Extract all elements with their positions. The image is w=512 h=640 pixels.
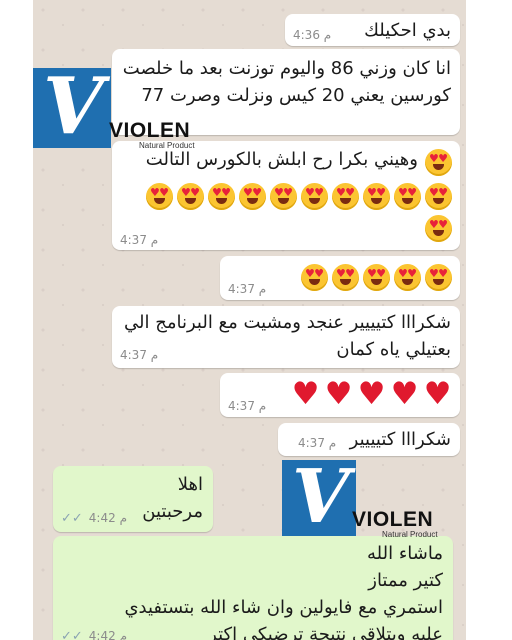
heart-eyes-emoji (425, 264, 452, 291)
heart-eyes-emoji (301, 183, 328, 210)
message-time: 4:37 م (298, 436, 337, 450)
brand-logo-box: V (282, 460, 356, 536)
brand-logo-watermark: V VIOLEN Natural Product (33, 68, 203, 150)
message-time: 4:37 م (228, 399, 267, 413)
heart-eyes-emoji (239, 183, 266, 210)
heart-eyes-emoji (177, 183, 204, 210)
brand-tagline: Natural Product (139, 141, 195, 150)
message-text: شكرااا كتيييير عنجد ومشيت مع البرنامج ال… (124, 312, 451, 360)
heart-eyes-emoji (332, 264, 359, 291)
red-heart-emoji-row: ♥ ♥ ♥ ♥ ♥ (291, 379, 452, 410)
heart-eyes-emoji (363, 264, 390, 291)
message-text: وهيني بكرا رح ابلش بالكورس التالت (145, 149, 418, 170)
message-time: 4:37 م (120, 233, 159, 247)
red-heart-emoji: ♥ (423, 376, 452, 412)
screenshot-frame: بدي احكيلك 4:36 م انا كان وزني 86 واليوم… (0, 0, 512, 640)
message-meta: ✓✓ 4:42 م (61, 511, 127, 526)
message-bubble-incoming[interactable]: وهيني بكرا رح ابلش بالكورس التالت 4:37 م (112, 141, 460, 250)
message-bubble-outgoing[interactable]: اهلا مرحبتين ✓✓ 4:42 م (53, 466, 213, 532)
heart-eyes-emoji (301, 264, 328, 291)
message-bubble-incoming[interactable]: 4:37 م (220, 256, 460, 300)
message-text: ماشاء الله كتير ممتاز استمري مع فايولين … (124, 543, 443, 640)
message-text: شكرااا كتيييير (349, 429, 451, 450)
message-time: 4:36 م (293, 28, 332, 42)
heart-eyes-emoji (332, 183, 359, 210)
message-text: بدي احكيلك (364, 20, 451, 41)
heart-eyes-emoji (425, 149, 452, 176)
message-meta: ✓✓ 4:42 م (61, 629, 127, 640)
message-text: اهلا مرحبتين (142, 474, 203, 522)
brand-logo-letter: V (292, 460, 350, 536)
heart-eyes-emoji (425, 183, 452, 210)
heart-eyes-emoji-row (425, 215, 452, 242)
message-bubble-outgoing[interactable]: ماشاء الله كتير ممتاز استمري مع فايولين … (53, 536, 453, 640)
red-heart-emoji: ♥ (291, 376, 320, 412)
message-time: 4:42 م (88, 629, 127, 640)
brand-name: VIOLEN (352, 508, 434, 531)
brand-logo-box: V (33, 68, 111, 148)
message-time: 4:42 م (88, 511, 127, 525)
brand-logo-letter: V (43, 68, 104, 148)
double-check-icon: ✓✓ (61, 629, 88, 640)
brand-logo-watermark: V VIOLEN Natural Product (282, 460, 454, 540)
heart-eyes-emoji (394, 183, 421, 210)
heart-eyes-emoji (146, 183, 173, 210)
red-heart-emoji: ♥ (357, 376, 386, 412)
heart-eyes-emoji (394, 264, 421, 291)
brand-name: VIOLEN (109, 119, 191, 142)
message-bubble-incoming[interactable]: شكرااا كتيييير 4:37 م (278, 423, 460, 456)
heart-eyes-emoji (208, 183, 235, 210)
double-check-icon: ✓✓ (61, 511, 88, 526)
heart-eyes-emoji-row (146, 183, 452, 210)
heart-eyes-emoji-row (301, 264, 452, 291)
chat-area[interactable]: بدي احكيلك 4:36 م انا كان وزني 86 واليوم… (33, 0, 466, 640)
red-heart-emoji: ♥ (390, 376, 419, 412)
message-time: 4:37 م (228, 282, 267, 296)
message-time: 4:37 م (120, 348, 159, 362)
red-heart-emoji: ♥ (324, 376, 353, 412)
message-bubble-incoming[interactable]: بدي احكيلك 4:36 م (285, 14, 460, 46)
heart-eyes-emoji (425, 215, 452, 242)
message-bubble-incoming[interactable]: ♥ ♥ ♥ ♥ ♥ 4:37 م (220, 373, 460, 417)
heart-eyes-emoji (270, 183, 297, 210)
heart-eyes-emoji-row (425, 149, 452, 176)
heart-eyes-emoji (363, 183, 390, 210)
message-bubble-incoming[interactable]: شكرااا كتيييير عنجد ومشيت مع البرنامج ال… (112, 306, 460, 368)
brand-tagline: Natural Product (382, 530, 438, 539)
